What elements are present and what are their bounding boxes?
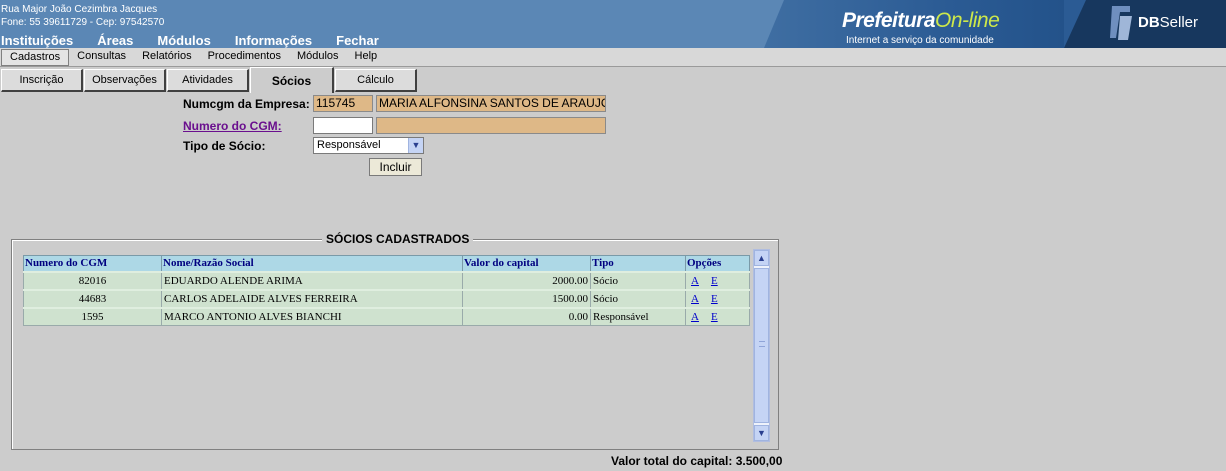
chevron-up-icon[interactable]: ▲ [754, 250, 769, 266]
dbseller-logo: DBSeller [1064, 0, 1226, 48]
excluir-link[interactable]: E [711, 311, 718, 323]
numero-cgm-link[interactable]: Numero do CGM: [183, 119, 282, 133]
numcgm-empresa-field: 115745 [313, 95, 373, 112]
cell-nome: MARCO ANTONIO ALVES BIANCHI [161, 306, 463, 326]
top-nav: Instituições Áreas Módulos Informações F… [0, 34, 403, 48]
tab-calculo[interactable]: Cálculo [335, 69, 417, 92]
table-row: 1595 MARCO ANTONIO ALVES BIANCHI 0.00 Re… [23, 306, 750, 326]
address-line: Rua Major João Cezimbra Jacques [1, 4, 158, 15]
menu-relatorios[interactable]: Relatórios [134, 49, 200, 66]
menu-procedimentos[interactable]: Procedimentos [200, 49, 289, 66]
cell-valor: 2000.00 [462, 270, 591, 290]
cell-valor: 0.00 [462, 306, 591, 326]
cell-nome: EDUARDO ALENDE ARIMA [161, 270, 463, 290]
excluir-link[interactable]: E [711, 275, 718, 287]
menu-bar: Cadastros Consultas Relatórios Procedime… [0, 48, 1226, 67]
menu-cadastros[interactable]: Cadastros [1, 48, 70, 66]
col-numero-cgm: Numero do CGM [23, 255, 162, 272]
col-opcoes: Opções [685, 255, 750, 272]
alterar-link[interactable]: A [691, 275, 699, 287]
nav-informacoes[interactable]: Informações [235, 34, 312, 48]
phone-line: Fone: 55 39611729 - Cep: 97542570 [1, 17, 165, 28]
alterar-link[interactable]: A [691, 311, 699, 323]
cell-tipo: Sócio [590, 288, 686, 308]
menu-help[interactable]: Help [347, 49, 386, 66]
cell-cgm: 1595 [23, 306, 162, 326]
menu-consultas[interactable]: Consultas [69, 49, 134, 66]
nav-modulos[interactable]: Módulos [157, 34, 210, 48]
table-row: 44683 CARLOS ADELAIDE ALVES FERREIRA 150… [23, 288, 750, 308]
dbseller-logo-icon [1110, 6, 1132, 40]
app-header: Rua Major João Cezimbra Jacques Fone: 55… [0, 0, 1226, 48]
tab-inscricao[interactable]: Inscrição [1, 69, 83, 92]
cell-tipo: Responsável [590, 306, 686, 326]
cell-opcoes: AE [685, 306, 750, 326]
cell-tipo: Sócio [590, 270, 686, 290]
table-header-row: Numero do CGM Nome/Razão Social Valor do… [23, 255, 750, 272]
tipo-socio-value: Responsável [317, 139, 381, 151]
excluir-link[interactable]: E [711, 293, 718, 305]
empresa-nome-field: MARIA ALFONSINA SANTOS DE ARAUJO [376, 95, 606, 112]
chevron-down-icon[interactable]: ▼ [754, 425, 769, 441]
brand-tagline: Internet a serviço da comunidade [846, 35, 994, 46]
numero-cgm-nome-field [376, 117, 606, 134]
dbseller-text: DBSeller [1138, 14, 1199, 31]
socios-table: Numero do CGM Nome/Razão Social Valor do… [23, 255, 750, 326]
valor-total-capital: Valor total do capital: 3.500,00 [611, 454, 783, 468]
col-valor: Valor do capital [462, 255, 591, 272]
nav-instituicoes[interactable]: Instituições [1, 34, 73, 48]
cell-nome: CARLOS ADELAIDE ALVES FERREIRA [161, 288, 463, 308]
cell-valor: 1500.00 [462, 288, 591, 308]
scrollbar-thumb[interactable] [754, 268, 769, 423]
col-nome: Nome/Razão Social [161, 255, 463, 272]
socios-legend: SÓCIOS CADASTRADOS [322, 232, 474, 246]
numcgm-empresa-label: Numcgm da Empresa: [183, 97, 310, 111]
alterar-link[interactable]: A [691, 293, 699, 305]
incluir-button[interactable]: Incluir [369, 158, 422, 176]
brand-title: PrefeituraOn-line [842, 9, 1000, 32]
tipo-socio-label: Tipo de Sócio: [183, 139, 266, 153]
numero-cgm-input[interactable] [313, 117, 373, 134]
tab-atividades[interactable]: Atividades [167, 69, 249, 92]
col-tipo: Tipo [590, 255, 686, 272]
chevron-down-icon[interactable]: ▼ [408, 138, 423, 153]
menu-modulos[interactable]: Módulos [289, 49, 347, 66]
tipo-socio-select[interactable]: Responsável ▼ [313, 137, 424, 154]
table-row: 82016 EDUARDO ALENDE ARIMA 2000.00 Sócio… [23, 270, 750, 290]
cell-cgm: 82016 [23, 270, 162, 290]
table-scrollbar[interactable]: ▲ ▼ [753, 249, 770, 442]
cell-opcoes: AE [685, 288, 750, 308]
tab-observacoes[interactable]: Observações [84, 69, 166, 92]
cell-opcoes: AE [685, 270, 750, 290]
nav-fechar[interactable]: Fechar [336, 34, 379, 48]
nav-areas[interactable]: Áreas [97, 34, 133, 48]
cell-cgm: 44683 [23, 288, 162, 308]
prefeitura-online-banner: PrefeituraOn-line Internet a serviço da … [764, 0, 1226, 48]
tab-socios[interactable]: Sócios [250, 67, 334, 93]
